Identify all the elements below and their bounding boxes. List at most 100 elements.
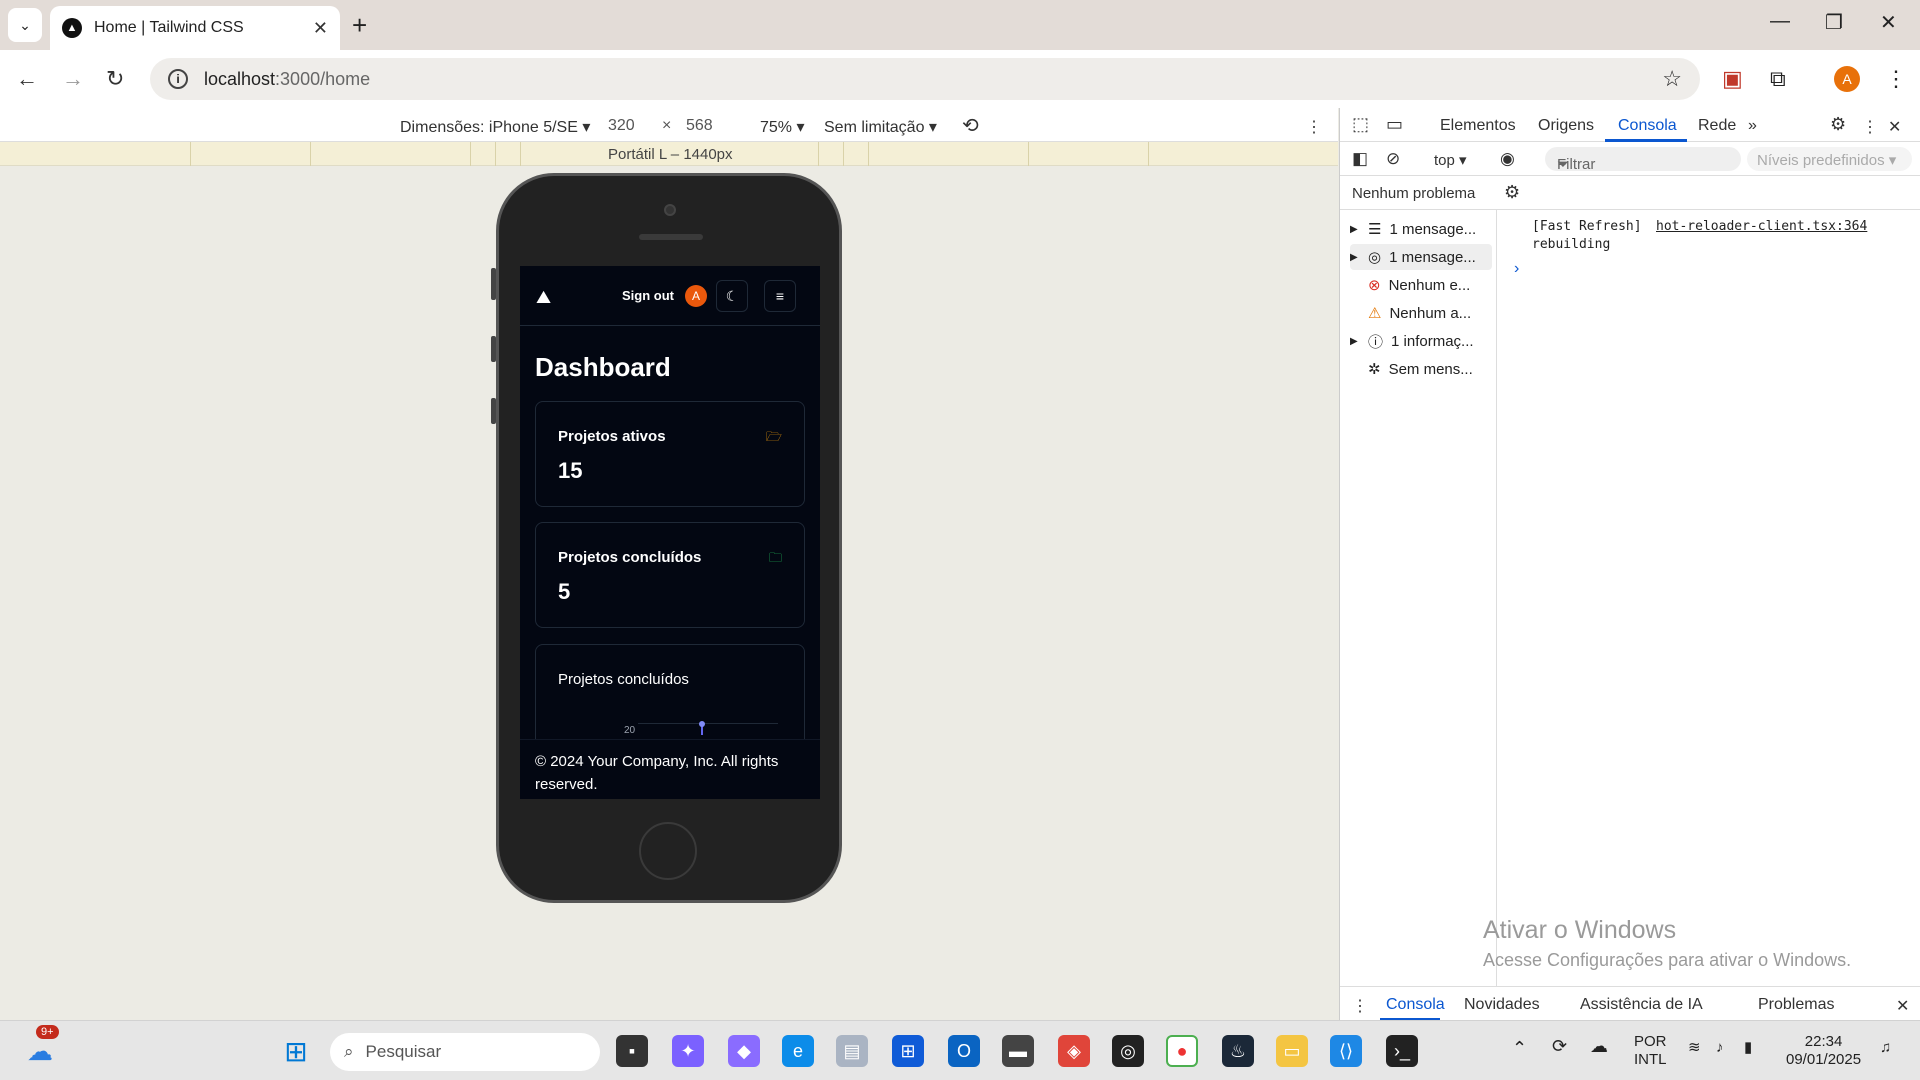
vscode-icon[interactable]: ⟨⟩ — [1330, 1035, 1362, 1067]
bookmark-star-icon[interactable]: ☆ — [1662, 66, 1682, 92]
onedrive-icon[interactable]: ☁ — [1590, 1037, 1608, 1055]
tray-chevron-icon[interactable]: ⌃ — [1512, 1039, 1527, 1057]
inspect-element-icon[interactable]: ⬚ — [1352, 114, 1369, 135]
minimize-icon[interactable]: — — [1770, 10, 1790, 33]
chevron-down-icon: ⌄ — [19, 16, 31, 33]
clear-console-icon[interactable]: ⊘ — [1386, 149, 1400, 169]
file-explorer-icon[interactable]: ▭ — [1276, 1035, 1308, 1067]
context-select[interactable]: top ▾ — [1434, 151, 1467, 169]
device-toggle-icon[interactable]: ▭ — [1386, 114, 1403, 135]
user-avatar[interactable]: A — [685, 285, 707, 307]
devtools-menu-icon[interactable]: ⋮ — [1862, 117, 1878, 137]
rotate-icon[interactable]: ⟲ — [962, 113, 979, 138]
steam-icon[interactable]: ♨ — [1222, 1035, 1254, 1067]
drawer-tab-problemas[interactable]: Problemas — [1758, 996, 1834, 1014]
windows-start-icon[interactable]: ⊞ — [280, 1035, 312, 1067]
sidebar-item-errors[interactable]: ⊗ Nenhum e... — [1350, 272, 1492, 298]
sync-icon[interactable]: ⟳ — [1552, 1037, 1567, 1055]
height-input[interactable]: 568 — [686, 117, 713, 135]
wifi-icon[interactable]: ≋ — [1688, 1039, 1701, 1057]
device-select[interactable]: Dimensões: iPhone 5/SE ▾ — [400, 117, 590, 137]
close-drawer-icon[interactable]: ✕ — [1896, 996, 1909, 1016]
expand-arrow-icon[interactable]: ▶ — [1350, 252, 1360, 263]
width-input[interactable]: 320 — [608, 117, 635, 135]
forward-icon[interactable]: → — [62, 66, 84, 92]
page-title: Dashboard — [535, 352, 671, 382]
app-icon[interactable]: ▬ — [1002, 1035, 1034, 1067]
sidebar-item-messages[interactable]: ▶ ☰ 1 mensage... — [1350, 216, 1492, 242]
edge-icon[interactable]: e — [782, 1035, 814, 1067]
hamburger-menu-icon[interactable]: ≡ — [764, 280, 796, 312]
kebab-menu-icon[interactable]: ⋮ — [1885, 66, 1907, 92]
puzzle-icon[interactable]: ⧉ — [1770, 66, 1786, 92]
browser-toolbar: ← → ↻ i localhost:3000/home ☆ ▣ ⧉ ⋮ — [0, 50, 1920, 108]
more-tabs-icon[interactable]: » — [1748, 117, 1757, 135]
devtools-panel: ⬚ ▭ Elementos Origens Consola Rede » ⚙ ⋮… — [1339, 108, 1920, 1021]
zoom-select[interactable]: 75% ▾ — [760, 117, 805, 137]
volume-icon[interactable]: ♪ — [1716, 1039, 1724, 1057]
console-settings-icon[interactable]: ⚙ — [1504, 182, 1520, 203]
filter-input[interactable]: ⏷ Filtrar — [1545, 147, 1741, 173]
chrome-icon[interactable]: ● — [1166, 1035, 1198, 1067]
sidebar-item-user-messages[interactable]: ▶ ◎ 1 mensage... — [1350, 244, 1492, 270]
back-icon[interactable]: ← — [16, 66, 38, 92]
drawer-menu-icon[interactable]: ⋮ — [1352, 996, 1368, 1016]
task-view-icon[interactable]: ▪ — [616, 1035, 648, 1067]
site-info-icon[interactable]: i — [168, 69, 188, 89]
devtools-drawer: ⋮ Consola Novidades Assistência de IA Pr… — [1340, 986, 1920, 1021]
search-placeholder: Pesquisar — [365, 1042, 442, 1061]
log-source-link[interactable]: hot-reloader-client.tsx:364 — [1656, 218, 1867, 236]
sign-out-button[interactable]: Sign out — [622, 288, 674, 303]
copilot-icon[interactable]: ✦ — [672, 1035, 704, 1067]
issues-label[interactable]: Nenhum problema — [1352, 185, 1475, 202]
browser-tab[interactable]: ▲ Home | Tailwind CSS ✕ — [50, 6, 340, 50]
app-icon[interactable]: ◆ — [728, 1035, 760, 1067]
theme-toggle-moon-icon[interactable]: ☾ — [716, 280, 748, 312]
throttle-select[interactable]: Sem limitação ▾ — [824, 117, 937, 137]
app-icon[interactable]: ▤ — [836, 1035, 868, 1067]
battery-icon[interactable]: ▮ — [1744, 1039, 1752, 1057]
store-icon[interactable]: ⊞ — [892, 1035, 924, 1067]
settings-gear-icon[interactable]: ⚙ — [1830, 114, 1846, 135]
extension-icon[interactable]: ▣ — [1722, 66, 1743, 92]
new-tab-button[interactable]: + — [352, 10, 367, 41]
tab-rede[interactable]: Rede — [1698, 117, 1736, 135]
camera-icon — [664, 204, 676, 216]
profile-avatar[interactable]: A — [1834, 66, 1860, 92]
tab-consola[interactable]: Consola — [1618, 117, 1677, 135]
levels-select[interactable]: Níveis predefinidos ▾ — [1747, 147, 1912, 171]
expand-arrow-icon[interactable]: ▶ — [1350, 336, 1360, 347]
drawer-tab-consola[interactable]: Consola — [1386, 996, 1445, 1014]
eye-icon[interactable]: ◉ — [1500, 149, 1515, 169]
taskbar-search[interactable]: ⌕ Pesquisar — [330, 1033, 600, 1071]
media-query-ruler[interactable]: Portátil L – 1440px — [0, 142, 1338, 166]
reload-icon[interactable]: ↻ — [106, 66, 124, 92]
restore-icon[interactable]: ❐ — [1825, 10, 1843, 35]
tab-search-button[interactable]: ⌄ — [8, 8, 42, 42]
address-bar[interactable]: i localhost:3000/home ☆ — [150, 58, 1700, 100]
sidebar-item-verbose[interactable]: ✲ Sem mens... — [1350, 356, 1492, 382]
sidebar-item-warnings[interactable]: ⚠ Nenhum a... — [1350, 300, 1492, 326]
clock[interactable]: 22:34 09/01/2025 — [1786, 1033, 1861, 1069]
more-options-icon[interactable]: ⋮ — [1306, 117, 1322, 137]
app-icon[interactable]: ◈ — [1058, 1035, 1090, 1067]
terminal-icon[interactable]: ›_ — [1386, 1035, 1418, 1067]
outlook-icon[interactable]: O — [948, 1035, 980, 1067]
language-indicator[interactable]: POR INTL — [1634, 1033, 1667, 1069]
close-devtools-icon[interactable]: ✕ — [1888, 117, 1901, 137]
expand-arrow-icon[interactable]: ▶ — [1350, 224, 1360, 235]
console-prompt-icon[interactable]: › — [1514, 260, 1519, 278]
close-window-icon[interactable]: ✕ — [1880, 10, 1897, 35]
drawer-tab-ai[interactable]: Assistência de IA — [1580, 996, 1703, 1014]
tab-origens[interactable]: Origens — [1538, 117, 1594, 135]
sidebar-toggle-icon[interactable]: ◧ — [1352, 149, 1368, 169]
logo-icon[interactable]: ⛰ — [536, 287, 551, 308]
drawer-tab-novidades[interactable]: Novidades — [1464, 996, 1540, 1014]
close-tab-icon[interactable]: ✕ — [313, 18, 328, 39]
error-icon: ⊗ — [1368, 277, 1381, 294]
notification-bell-icon[interactable]: ♫ — [1880, 1039, 1891, 1057]
tab-elementos[interactable]: Elementos — [1440, 117, 1516, 135]
app-icon[interactable]: ◎ — [1112, 1035, 1144, 1067]
sidebar-item-info[interactable]: ▶ ⓘ 1 informaç... — [1350, 328, 1492, 354]
weather-icon[interactable]: ☁ — [24, 1035, 56, 1067]
